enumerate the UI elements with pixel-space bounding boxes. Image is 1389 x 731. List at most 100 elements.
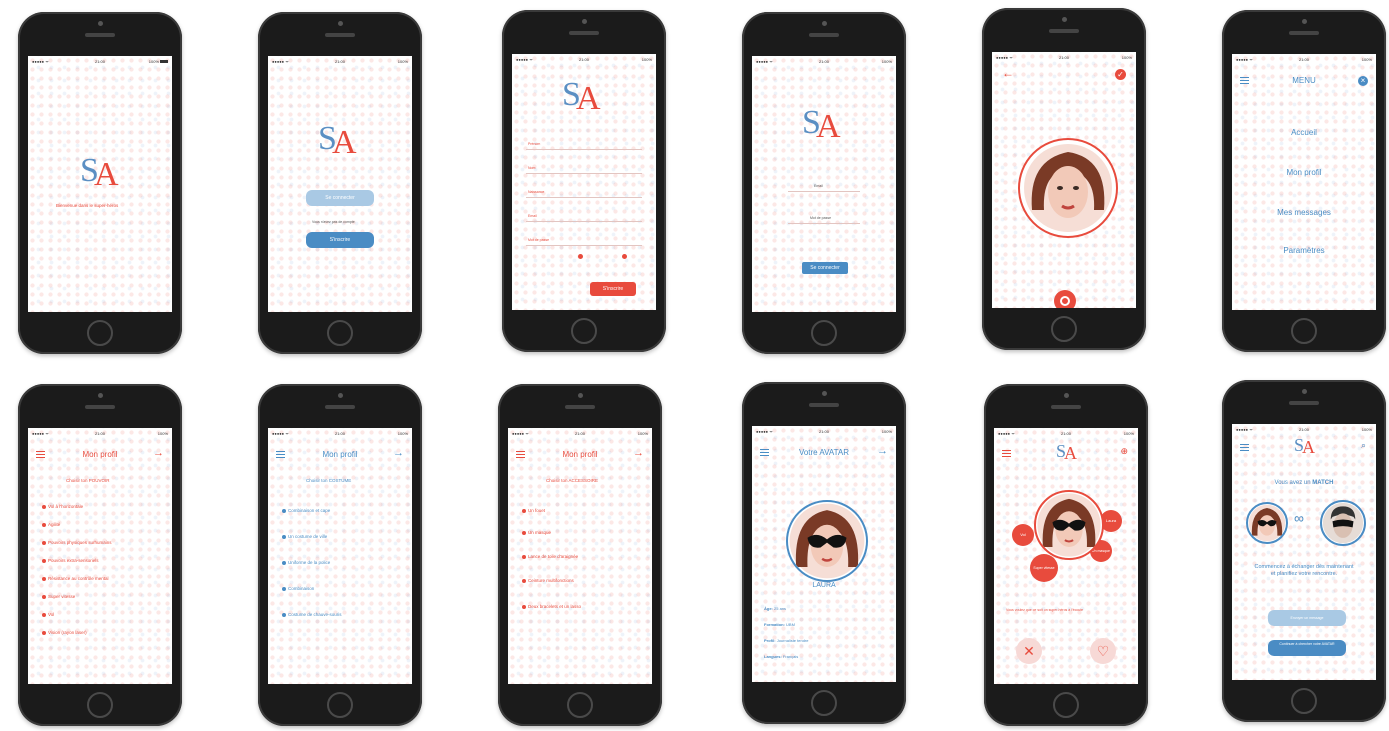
next-arrow-icon[interactable]: → (633, 447, 644, 459)
home-button[interactable] (1291, 318, 1317, 344)
home-button[interactable] (1051, 316, 1077, 342)
hamburger-icon[interactable] (1240, 444, 1249, 451)
list-item[interactable]: Combinaison et cape (281, 508, 330, 513)
email-input[interactable] (788, 191, 860, 192)
home-button[interactable] (87, 320, 113, 346)
list-item[interactable]: Uniforme de la police (281, 560, 330, 565)
bubble-speed: Super vitesse (1030, 554, 1058, 582)
list-item[interactable]: Vision (rayon laser) (42, 630, 87, 635)
like-button[interactable]: ♡ (1090, 638, 1116, 664)
next-arrow-icon[interactable]: → (393, 447, 404, 459)
match-heading: Vous avez un MATCH (1274, 480, 1334, 486)
section-subtitle: Choisir ton COSTUME (306, 478, 352, 483)
masked-woman-icon (1248, 504, 1286, 542)
list-item[interactable]: Pouvoirs physiques surhumains (42, 540, 112, 545)
profile-header: Mon profil → (508, 446, 652, 466)
send-message-button[interactable]: Envoyer un message (1268, 610, 1346, 626)
home-button[interactable] (1291, 688, 1317, 714)
list-item[interactable]: Combinaison (281, 586, 314, 591)
close-icon[interactable]: × (1358, 76, 1368, 86)
phone-splash: ●●●●● ᯤ 21:00 100% SA Bienvenue dans le su… (18, 12, 182, 354)
camera (97, 21, 103, 26)
menu-item-settings[interactable]: Paramètres (1232, 246, 1376, 255)
avatar-screen: ●●●●● ᯤ 21:00 100% Votre AVATAR → LAURA Âg… (752, 426, 896, 682)
match-body-text: Commencez à échanger dès maintenant et p… (1254, 564, 1354, 577)
match-screen: ●●●●● ᯤ 21:00 100% SA ⌕ Vous avez un MATCH… (1232, 424, 1376, 680)
avatar-header: Votre AVATAR → (752, 444, 896, 464)
password-input[interactable] (526, 245, 642, 246)
status-bar: ●●●●● ᯤ 21:00 100% (272, 431, 408, 436)
phone-login-choice: ●●●●● ᯤ 21:00 100% SA Se connecter Vous n'… (258, 12, 422, 354)
reject-button[interactable]: ✕ (1016, 638, 1042, 664)
page-title: Votre AVATAR (798, 448, 850, 457)
keep-searching-button[interactable]: Continuer à chercher votre AVATAR (1268, 640, 1346, 656)
list-item[interactable]: Deux bracelets et un lasso (521, 604, 581, 609)
gender-radio[interactable] (578, 254, 583, 259)
home-button[interactable] (567, 692, 593, 718)
menu-item-home[interactable]: Accueil (1232, 128, 1376, 137)
check-icon[interactable]: ✓ (1115, 69, 1126, 80)
signup-button[interactable]: S'inscrire (306, 232, 374, 248)
list-item[interactable]: Résistance au contrôle mental (42, 576, 109, 581)
speaker (809, 33, 839, 37)
avatar-detail-languages: Langues: Français (764, 654, 799, 659)
home-button[interactable] (327, 320, 353, 346)
name-input[interactable] (526, 173, 642, 174)
hamburger-icon[interactable] (1002, 450, 1011, 457)
speaker (1289, 401, 1319, 405)
camera (577, 393, 583, 398)
list-item[interactable]: Vol à l'horizontale (41, 504, 83, 509)
profile-power-screen: ●●●●● ᯤ 21:00 100% Mon profil → Choisir to… (28, 428, 172, 684)
status-bar: ●●●●● ᯤ 21:00 100% (996, 55, 1132, 60)
next-arrow-icon[interactable]: → (877, 445, 888, 457)
gender-radio[interactable] (622, 254, 627, 259)
list-item[interactable]: Costume de chauve-souris (282, 612, 342, 617)
home-button[interactable] (87, 692, 113, 718)
camera-shutter-icon[interactable] (1054, 290, 1076, 308)
avatar-name: LAURA (812, 582, 836, 589)
field-label-firstname: Prénom (528, 142, 541, 146)
list-item[interactable]: Un costume de ville (281, 534, 327, 539)
menu-item-messages[interactable]: Mes messages (1232, 208, 1376, 217)
list-item[interactable]: Pouvoirs extra-sensoriels (42, 558, 99, 563)
phone-profile-costume: ●●●●● ᯤ 21:00 100% Mon profil → Choisir to… (258, 384, 422, 726)
home-button[interactable] (327, 692, 353, 718)
signup-screen: ●●●●● ᯤ 21:00 100% SA Prénom Nom Naissance… (512, 54, 656, 310)
list-item[interactable]: Un fouet (521, 508, 545, 513)
email-input[interactable] (526, 221, 642, 222)
firstname-input[interactable] (526, 149, 642, 150)
list-item[interactable]: Ceinture multifonctions (522, 578, 574, 583)
login-button[interactable]: Se connecter (306, 190, 374, 206)
home-button[interactable] (571, 318, 597, 344)
list-item[interactable]: Super vitesse (41, 594, 75, 599)
list-item[interactable]: Un masque (521, 530, 551, 535)
splash-tagline: Bienvenue dans le super-héros (56, 203, 119, 208)
phone-avatar: ●●●●● ᯤ 21:00 100% Votre AVATAR → LAURA Âg… (742, 382, 906, 724)
field-label-birth: Naissance (528, 190, 545, 194)
home-button[interactable] (811, 690, 837, 716)
next-arrow-icon[interactable]: → (153, 447, 164, 459)
list-item[interactable]: Lance de toile d'araignée (521, 554, 578, 559)
list-item[interactable]: Agilité (41, 522, 60, 527)
menu-item-profile[interactable]: Mon profil (1232, 168, 1376, 177)
phone-signup: ●●●●● ᯤ 21:00 100% SA Prénom Nom Naissance… (502, 10, 666, 352)
home-button[interactable] (1053, 692, 1079, 718)
home-button[interactable] (811, 320, 837, 346)
camera (821, 21, 827, 26)
signup-button[interactable]: S'inscrire (590, 282, 636, 296)
password-input[interactable] (788, 223, 860, 224)
speaker (565, 405, 595, 409)
back-arrow-icon[interactable]: ← (1002, 66, 1014, 80)
menu-header: MENU × (1232, 72, 1376, 92)
filter-icon[interactable]: ⊕ (1120, 446, 1128, 457)
list-item[interactable]: Vol (41, 612, 54, 617)
search-icon[interactable]: ⌕ (1361, 440, 1366, 451)
speaker (1049, 29, 1079, 33)
field-label-password: Mot de passe (810, 216, 832, 220)
login-button[interactable]: Se connecter (802, 262, 848, 274)
speaker (325, 405, 355, 409)
photo-screen: ●●●●● ᯤ 21:00 100% ← ✓ (992, 52, 1136, 308)
camera (581, 19, 587, 24)
birth-input[interactable] (526, 197, 642, 198)
phone-login: ●●●●● ᯤ 21:00 100% SA Email Mot de passe S… (742, 12, 906, 354)
